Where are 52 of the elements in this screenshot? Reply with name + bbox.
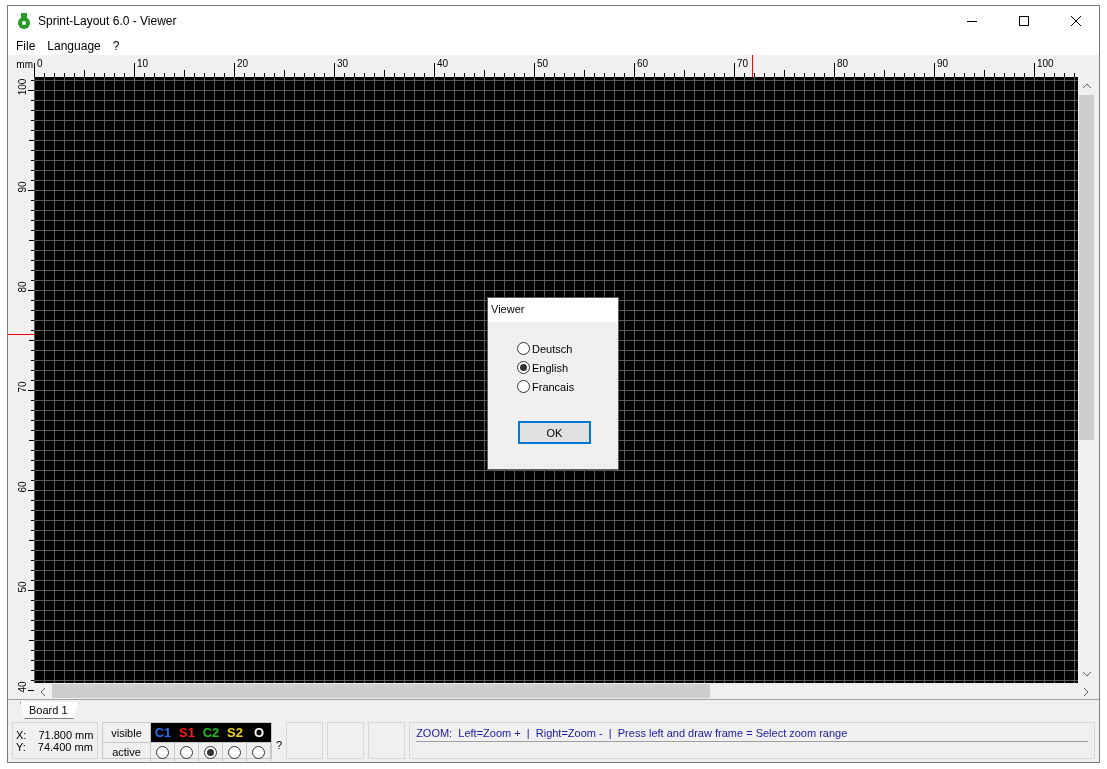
- y-label: Y:: [16, 740, 26, 753]
- ruler-label: 70: [17, 381, 28, 393]
- radio-button[interactable]: [517, 380, 530, 393]
- option-label: Francais: [532, 380, 575, 393]
- caret-left-icon: [40, 687, 45, 696]
- menu-item[interactable]: Language: [41, 38, 107, 53]
- grid-canvas[interactable]: Viewer Deutsch English Francais OK: [34, 77, 1078, 683]
- layer-name[interactable]: C1: [154, 725, 172, 740]
- caret-right-icon: [1084, 687, 1089, 696]
- ruler-label: 40: [17, 681, 28, 693]
- radio-button[interactable]: [517, 361, 530, 374]
- x-coordinate: 71.800 mm: [38, 728, 94, 741]
- unit-label: mm: [16, 59, 33, 70]
- layer-radio[interactable]: [180, 745, 193, 759]
- menu-item[interactable]: File: [10, 38, 42, 53]
- layer-name[interactable]: C2: [202, 725, 220, 740]
- ruler-label: 100: [17, 78, 28, 96]
- ok-button[interactable]: OK: [518, 421, 591, 444]
- status-panel: [286, 722, 324, 759]
- app-logo-icon: [16, 13, 32, 29]
- layer-radio[interactable]: [156, 745, 169, 759]
- option-label: Deutsch: [532, 342, 573, 355]
- horizontal-ruler: 0 10 20 30 40 50 60 70 80 90 100: [34, 55, 1095, 77]
- radio-dot: [207, 748, 214, 756]
- board-tab[interactable]: Board 1: [20, 702, 79, 719]
- dialog-title: Viewer: [488, 298, 618, 322]
- status-panel: [368, 722, 406, 759]
- layer-radio[interactable]: [228, 745, 241, 759]
- zoom-hint: ZOOM: Left=Zoom + | Right=Zoom - | Press left and draw frame = Select zoom range: [416, 727, 1088, 742]
- layer-radio[interactable]: [252, 745, 265, 759]
- option-label: English: [532, 361, 569, 374]
- maximize-icon: [1019, 16, 1029, 26]
- window-title: Sprint-Layout 6.0 - Viewer: [38, 14, 178, 28]
- caret-down-icon: [1082, 672, 1091, 677]
- layer-name[interactable]: O: [253, 725, 265, 740]
- help-mark[interactable]: ?: [276, 739, 283, 759]
- caret-up-icon: [1082, 83, 1091, 88]
- ruler-label: 80: [17, 281, 28, 293]
- active-label: active: [103, 742, 151, 761]
- ruler-label: 50: [17, 581, 28, 593]
- radio-dot: [520, 364, 527, 371]
- radio-button[interactable]: [517, 342, 530, 355]
- close-icon: [1071, 16, 1081, 26]
- status-panel: [327, 722, 365, 759]
- ruler-label: 60: [17, 481, 28, 493]
- menu-item[interactable]: ?: [106, 38, 126, 53]
- ruler-label: 90: [17, 181, 28, 193]
- layer-radio[interactable]: [204, 745, 217, 759]
- layer-name[interactable]: S2: [227, 725, 243, 740]
- y-coordinate: 74.400 mm: [37, 740, 93, 753]
- layer-name[interactable]: S1: [179, 725, 195, 740]
- x-label: X:: [16, 728, 27, 741]
